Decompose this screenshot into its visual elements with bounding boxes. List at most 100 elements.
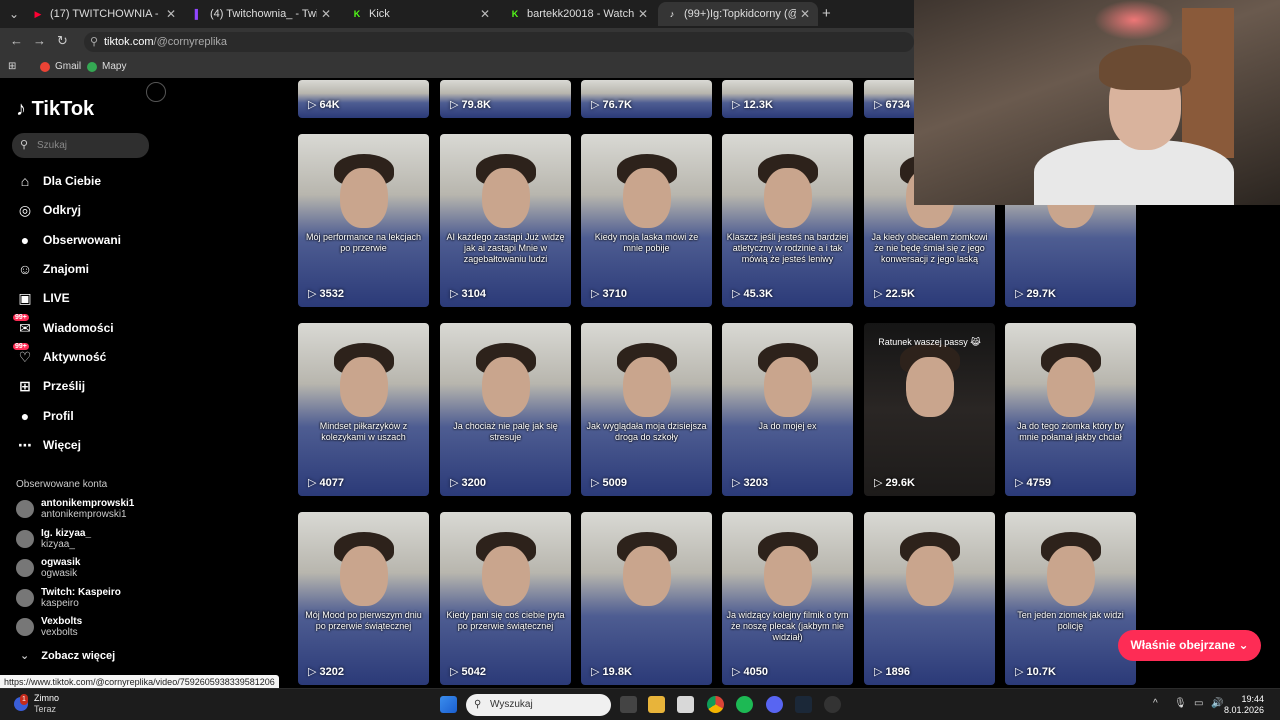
- followed-account[interactable]: Twitch: Kaspeiro kaspeiro: [16, 585, 121, 611]
- view-count: ▷ 3104: [450, 287, 486, 300]
- back-arrow-icon[interactable]: ←: [10, 33, 23, 48]
- play-icon: ▷: [591, 288, 600, 300]
- video-card[interactable]: Jak wyglądała moja dzisiejsza droga do s…: [581, 323, 712, 496]
- search-input[interactable]: ⚲ Szukaj: [12, 133, 149, 158]
- view-count-value: 29.7K: [1026, 288, 1056, 300]
- reload-icon[interactable]: ↻: [57, 33, 68, 49]
- thumb-face: [906, 357, 954, 417]
- discord-icon[interactable]: [766, 696, 783, 713]
- followed-account[interactable]: antonikemprowski1 antonikemprowski1: [16, 496, 134, 522]
- search-icon: ⚲: [20, 139, 29, 151]
- play-icon: ▷: [308, 288, 317, 300]
- video-card[interactable]: Ratunek waszej passy 😹 ▷ 29.6K: [864, 323, 995, 496]
- tiktok-logo[interactable]: ♪ TikTok: [16, 98, 94, 121]
- video-caption: Kiedy pani się coś ciebie pyta po przerw…: [446, 610, 565, 631]
- video-card[interactable]: Ja do mojej ex ▷ 3203: [722, 323, 853, 496]
- view-count: ▷ 79.8K: [450, 98, 491, 111]
- view-count-value: 1896: [885, 666, 911, 678]
- chrome-icon[interactable]: [707, 696, 724, 713]
- video-card[interactable]: Klaszcz jeśli jesteś na bardziej atletyc…: [722, 134, 853, 307]
- video-card[interactable]: Kiedy moja laska mówi że mnie pobije ▷ 37…: [581, 134, 712, 307]
- taskbar-search-input[interactable]: ⚲ Wyszukaj: [466, 694, 611, 716]
- file-explorer-icon[interactable]: [648, 696, 665, 713]
- see-more-label: Zobacz więcej: [41, 649, 116, 662]
- sidebar-nav-item[interactable]: ▣ LIVE: [16, 287, 69, 309]
- sidebar-nav-item[interactable]: ✉ 99+ Wiadomości: [13, 314, 114, 339]
- sidebar-nav-item[interactable]: ● Obserwowani: [16, 229, 121, 251]
- browser-tab[interactable]: ▶ (17) TWITCHOWNIA - DISS NA ✕: [24, 2, 184, 26]
- bookmark-gmail[interactable]: Gmail: [40, 61, 81, 72]
- sidebar-nav-item[interactable]: ⋯ Więcej: [16, 434, 81, 456]
- taskbar-clock[interactable]: 19:44 8.01.2026: [1224, 694, 1264, 716]
- account-handle: ogwasik: [41, 568, 78, 579]
- nav-label: Profil: [43, 409, 74, 423]
- video-card[interactable]: ▷ 12.3K: [722, 80, 853, 118]
- sidebar-nav-item[interactable]: ◎ Odkryj: [16, 199, 81, 221]
- bookmark-mapy[interactable]: Mapy: [87, 61, 126, 72]
- video-card[interactable]: AI każdego zastąpi Już widzę jak ai zast…: [440, 134, 571, 307]
- obs-icon[interactable]: [824, 696, 841, 713]
- task-view-icon[interactable]: [620, 696, 637, 713]
- video-card[interactable]: ▷ 19.8K: [581, 512, 712, 685]
- video-card[interactable]: Ja widzący kolejny filmik o tym że noszę…: [722, 512, 853, 685]
- view-count: ▷ 3203: [732, 476, 768, 489]
- microphone-icon[interactable]: 🎙: [1174, 698, 1187, 709]
- tray-chevron-up-icon[interactable]: ^: [1153, 698, 1158, 709]
- video-caption: Klaszcz jeśli jesteś na bardziej atletyc…: [726, 232, 849, 264]
- link-hover-status: https://www.tiktok.com/@cornyreplika/vid…: [0, 675, 279, 689]
- network-icon[interactable]: ▭: [1194, 698, 1203, 709]
- view-count: ▷ 3710: [591, 287, 627, 300]
- forward-arrow-icon[interactable]: →: [33, 33, 46, 48]
- followed-account[interactable]: Ig. kizyaa_ kizyaa_: [16, 526, 91, 552]
- view-count: ▷ 5009: [591, 476, 627, 489]
- view-count: ▷ 4077: [308, 476, 344, 489]
- video-card[interactable]: ▷ 1896: [864, 512, 995, 685]
- tab-close-icon[interactable]: ✕: [166, 7, 176, 21]
- view-count-value: 5042: [461, 666, 487, 678]
- more-dots-icon: ⋯: [18, 436, 32, 453]
- sidebar-nav-item[interactable]: ♡ 99+ Aktywność: [13, 343, 106, 368]
- video-card[interactable]: Ja do tego ziomka który by mnie połamał …: [1005, 323, 1136, 496]
- video-card[interactable]: ▷ 79.8K: [440, 80, 571, 118]
- weather-badge: 1: [20, 694, 28, 705]
- video-card[interactable]: Mój performance na lekcjach po przerwie ▷…: [298, 134, 429, 307]
- video-card[interactable]: ▷ 76.7K: [581, 80, 712, 118]
- steam-icon[interactable]: [795, 696, 812, 713]
- video-caption: Mindset piłkarzyków z kolezykami w uszac…: [319, 421, 408, 442]
- view-count: ▷ 6734: [874, 98, 910, 111]
- tab-search-chevron-icon[interactable]: ⌄: [4, 4, 24, 24]
- sidebar-nav-item[interactable]: ● Profil: [16, 405, 74, 427]
- app-icon[interactable]: [677, 696, 694, 713]
- play-icon: ▷: [591, 477, 600, 489]
- spotify-icon[interactable]: [736, 696, 753, 713]
- notification-badge: 99+: [13, 343, 29, 350]
- sidebar-nav-item[interactable]: ⊞ Prześlij: [16, 375, 85, 397]
- sidebar-nav-item[interactable]: ⌂ Dla Ciebie: [16, 170, 101, 192]
- activity-icon: ♡ 99+: [13, 343, 32, 365]
- weather-widget[interactable]: 1 Zimno Teraz: [14, 693, 59, 715]
- volume-icon[interactable]: 🔊: [1211, 698, 1223, 709]
- thumb-face: [623, 168, 671, 228]
- video-card[interactable]: Mindset piłkarzyków z kolezykami w uszac…: [298, 323, 429, 496]
- apps-grid-icon[interactable]: ⊞: [8, 61, 16, 72]
- video-card[interactable]: Ja chociaż nie palę jak się stresuje ▷ 32…: [440, 323, 571, 496]
- see-more-button[interactable]: ⌄ Zobacz więcej: [20, 649, 116, 663]
- video-card[interactable]: Ten jeden ziomek jak widzi policję ▷ 10.7…: [1005, 512, 1136, 685]
- video-card[interactable]: pójście jutro do szkoły▷ 64K: [298, 80, 429, 118]
- sidebar-nav-item[interactable]: ☺ Znajomi: [16, 258, 89, 280]
- upload-icon: ⊞: [19, 377, 31, 394]
- site-info-icon[interactable]: ⚲: [90, 32, 98, 52]
- recently-watched-button[interactable]: Właśnie obejrzane ⌄: [1118, 630, 1261, 661]
- video-caption: Jak wyglądała moja dzisiejsza droga do s…: [586, 421, 707, 442]
- followed-account[interactable]: Vexbolts vexbolts: [16, 614, 82, 640]
- avatar: [16, 618, 34, 636]
- nav-label: Znajomi: [43, 262, 90, 276]
- followed-account[interactable]: ogwasik ogwasik: [16, 555, 80, 581]
- thumb-face: [623, 357, 671, 417]
- tiktok-sidebar: ♪ TikTok ⚲ Szukaj ⌂ Dla Ciebie ◎ Odkryj ● Obse…: [0, 80, 290, 672]
- windows-start-icon[interactable]: [440, 696, 457, 713]
- account-handle: kizyaa_: [41, 539, 75, 550]
- avatar: [16, 530, 34, 548]
- video-card[interactable]: Mój Mood po pierwszym dniu po przerwie ś…: [298, 512, 429, 685]
- video-card[interactable]: Kiedy pani się coś ciebie pyta po przerw…: [440, 512, 571, 685]
